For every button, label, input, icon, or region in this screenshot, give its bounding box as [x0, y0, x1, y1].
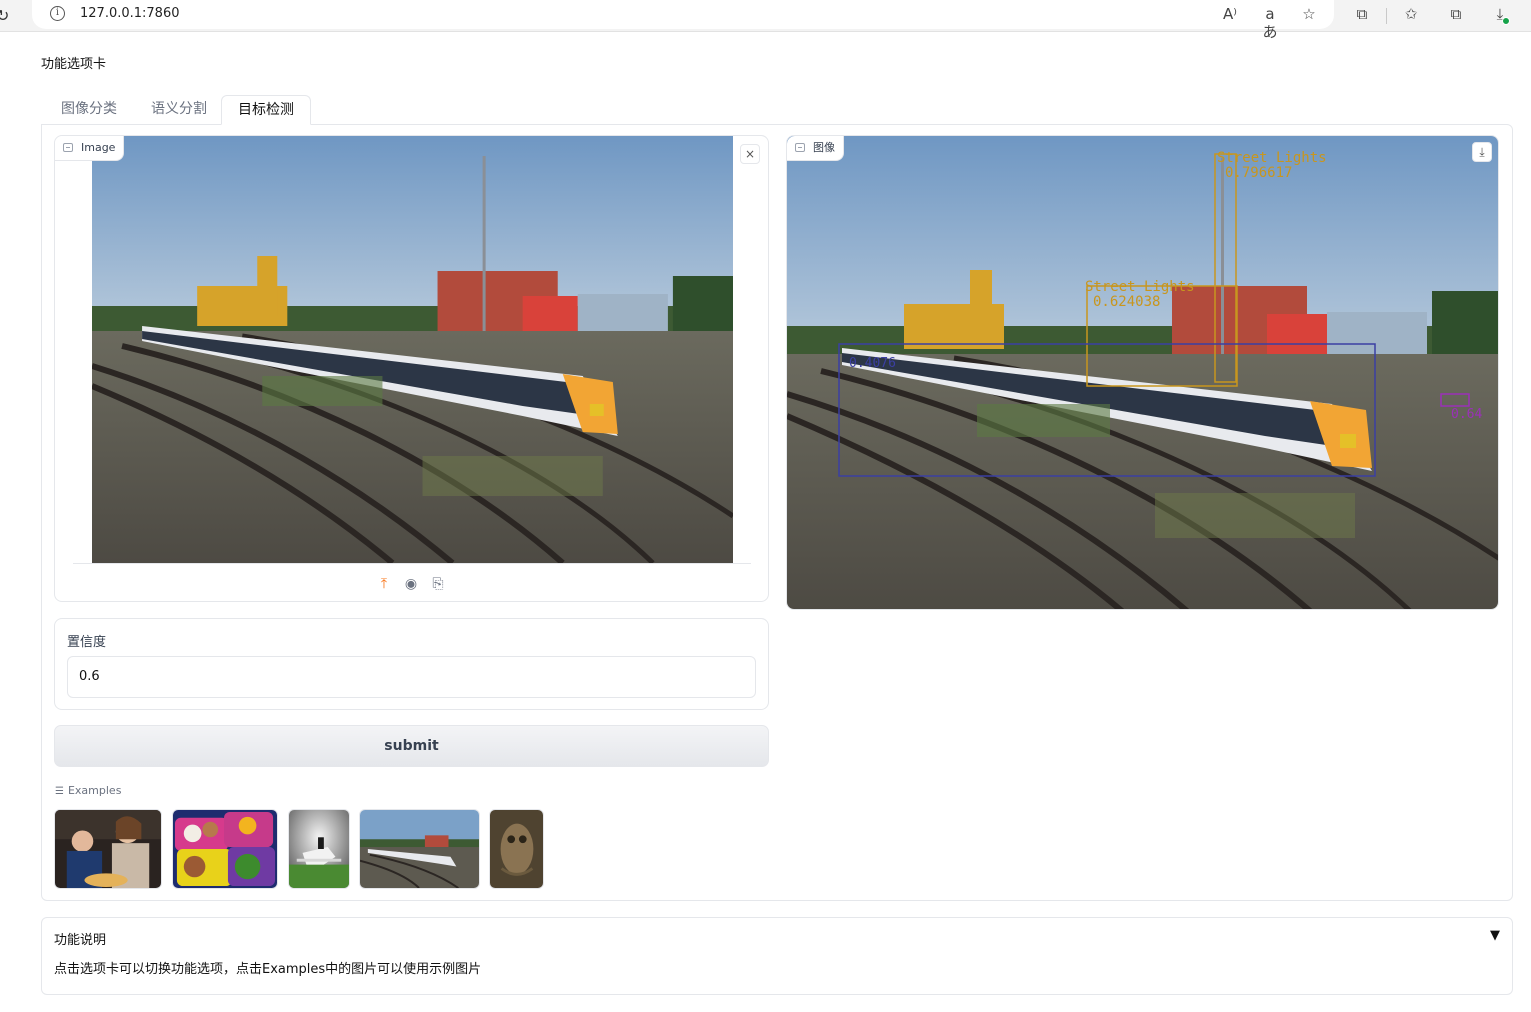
collapse-arrow-icon[interactable]: ▼: [1490, 928, 1500, 943]
detection-score-3: 0.4076: [849, 356, 896, 371]
example-train-yard[interactable]: [359, 809, 480, 889]
clear-image-button[interactable]: ×: [740, 144, 760, 164]
examples-label-text: Examples: [67, 784, 122, 797]
clipboard-icon[interactable]: ⎘: [430, 576, 446, 592]
confidence-block: 置信度 0.6: [54, 618, 769, 710]
train-yard-scene: [92, 136, 733, 563]
image-icon: [63, 143, 73, 152]
examples-label: ☰ Examples: [55, 784, 121, 797]
output-image-label-text: 图像: [813, 141, 835, 154]
tab-object-detection[interactable]: 目标检测: [221, 95, 311, 125]
confidence-label: 置信度: [67, 635, 107, 650]
tab-semantic-segmentation[interactable]: 语义分割: [137, 95, 221, 125]
output-image-block: 图像 ⤓ Street Lights 0.796617 Street Light…: [786, 135, 1499, 610]
download-complete-badge: [1502, 17, 1510, 25]
submit-button[interactable]: submit: [54, 725, 769, 767]
description-text: 点击选项卡可以切换功能选项，点击Examples中的图片可以使用示例图片: [54, 962, 482, 977]
image-icon: [795, 143, 805, 152]
list-icon: ☰: [55, 786, 64, 797]
url-text[interactable]: 127.0.0.1:7860: [80, 6, 180, 21]
input-image-label-text: Image: [81, 141, 116, 154]
bento-lunch-thumb: [173, 810, 277, 888]
webcam-icon[interactable]: ◉: [403, 576, 419, 592]
favorites-icon[interactable]: ✩: [1400, 5, 1422, 23]
preview-divider: [73, 563, 751, 564]
input-image-preview[interactable]: [92, 136, 733, 563]
detection-score-1: 0.796617: [1225, 165, 1293, 181]
site-info-icon[interactable]: i: [50, 6, 65, 21]
detection-score-2: 0.624038: [1093, 294, 1161, 310]
upload-icon[interactable]: ⤒: [376, 576, 392, 592]
family-dinner-thumb: [55, 810, 161, 888]
train-yard-thumb: [360, 810, 479, 888]
example-bento-lunch[interactable]: [172, 809, 278, 889]
collections-icon[interactable]: ⧉: [1445, 5, 1467, 23]
favorite-star-icon[interactable]: ☆: [1298, 5, 1320, 23]
description-title[interactable]: 功能说明: [54, 929, 106, 948]
extensions-icon[interactable]: ⧉: [1351, 5, 1373, 23]
translate-icon[interactable]: aあ: [1259, 5, 1281, 41]
detection-label-1: Street Lights: [1217, 150, 1327, 166]
output-image-label: 图像: [787, 136, 844, 161]
read-aloud-icon[interactable]: A⁾: [1219, 5, 1241, 23]
toolbar-separator: [1386, 8, 1387, 24]
browser-toolbar: ↻ i 127.0.0.1:7860 A⁾ aあ ☆ ⧉ ✩ ⧉ ⤓: [0, 0, 1531, 41]
output-image-preview: [787, 136, 1498, 609]
page-title: 功能选项卡: [41, 57, 107, 72]
detection-score-4: 0.64: [1451, 407, 1483, 422]
horse-jump-thumb: [289, 810, 349, 888]
confidence-input[interactable]: 0.6: [67, 656, 756, 698]
detection-label-2: Street Lights: [1085, 279, 1195, 295]
example-owl[interactable]: [489, 809, 544, 889]
download-button[interactable]: ⤓: [1472, 142, 1492, 162]
input-image-block[interactable]: Image × ⤒ ◉ ⎘: [54, 135, 769, 602]
example-horse-jump[interactable]: [288, 809, 350, 889]
reload-icon[interactable]: ↻: [0, 6, 9, 25]
detection-result-scene: [787, 136, 1498, 609]
input-image-label: Image: [55, 136, 125, 161]
address-bar[interactable]: i 127.0.0.1:7860 A⁾ aあ ☆: [32, 0, 1334, 41]
description-accordion[interactable]: 功能说明 ▼ 点击选项卡可以切换功能选项，点击Examples中的图片可以使用示…: [41, 917, 1513, 995]
example-family-dinner[interactable]: [54, 809, 162, 889]
tab-image-classification[interactable]: 图像分类: [47, 95, 131, 125]
owl-thumb: [490, 810, 543, 888]
